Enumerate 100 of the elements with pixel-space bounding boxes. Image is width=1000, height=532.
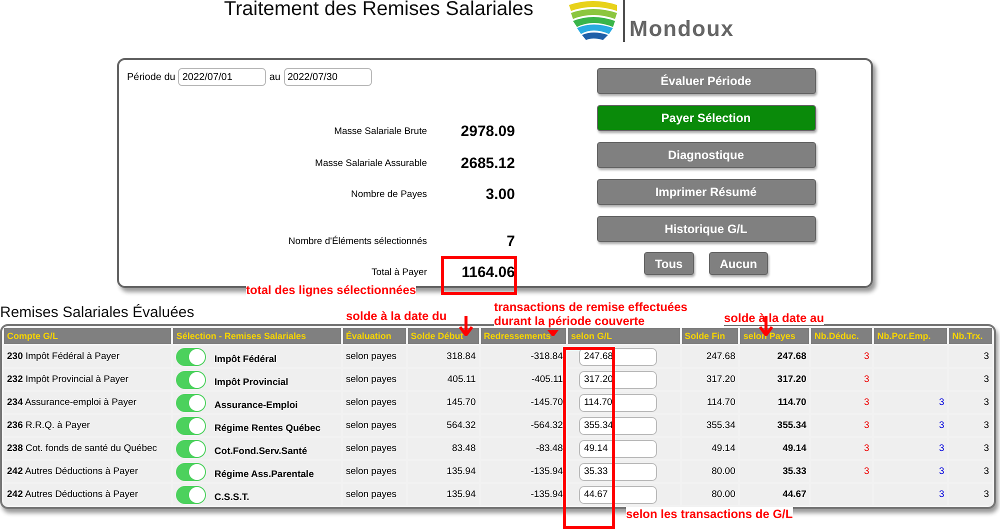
- stat-label: Nombre de Payes: [350, 189, 427, 200]
- table-cell: selon payes: [346, 351, 397, 362]
- count-link[interactable]: 3: [864, 443, 870, 454]
- table-cell: 317.20: [706, 374, 736, 385]
- remittance-label: Régime Ass.Parentale: [214, 469, 314, 480]
- stat-value: 2685.12: [460, 154, 515, 172]
- toggle-switch[interactable]: [176, 416, 206, 434]
- table-cell: -318.84: [530, 351, 563, 362]
- stat-label: Total à Payer: [370, 267, 427, 278]
- table-cell: 247.68: [777, 351, 806, 362]
- count-link[interactable]: 3: [864, 374, 870, 385]
- amount-field[interactable]: 49.14: [578, 440, 657, 458]
- table-cell: 405.11: [447, 374, 476, 385]
- table-cell: 3: [984, 466, 989, 477]
- annotation-text: solde à la date au: [724, 311, 824, 325]
- table-cell: 355.34: [777, 420, 806, 431]
- logo-icon: [567, 1, 620, 41]
- column-header: selon G/L: [568, 328, 680, 344]
- table-cell: selon payes: [346, 374, 397, 385]
- table-cell: 242 Autres Déductions à Payer: [7, 489, 138, 500]
- amount-field[interactable]: 355.34: [578, 416, 657, 434]
- amount-field[interactable]: 114.70: [578, 394, 657, 412]
- annotation-text: transactions de remise effectuées durant la période couverte: [494, 300, 724, 328]
- stat-value: 7: [506, 232, 515, 250]
- remittance-label: Cot.Fond.Serv.Santé: [214, 446, 308, 457]
- column-header: Nb.Trx.: [949, 328, 992, 344]
- remittance-label: Impôt Fédéral: [214, 354, 277, 365]
- toggle-switch[interactable]: [176, 394, 206, 412]
- count-link[interactable]: 3: [938, 443, 944, 454]
- table-cell: 3: [984, 374, 989, 385]
- action-button[interactable]: Diagnostique: [596, 142, 816, 168]
- action-button[interactable]: Historique G/L: [596, 216, 816, 242]
- table-cell: 234 Assurance-emploi à Payer: [7, 397, 136, 408]
- table-cell: 317.20: [777, 374, 806, 385]
- table-cell: 230 Impôt Fédéral à Payer: [7, 351, 120, 362]
- toggle-switch[interactable]: [176, 348, 206, 366]
- table-cell: 49.14: [712, 443, 736, 454]
- table-cell: -135.94: [530, 489, 563, 500]
- count-link[interactable]: 3: [938, 466, 944, 477]
- select-button[interactable]: Aucun: [708, 252, 768, 275]
- table-cell: 3: [984, 489, 989, 500]
- count-link[interactable]: 3: [938, 489, 944, 500]
- annotation-text: solde à la date du: [346, 309, 447, 323]
- column-header: Redressements: [480, 328, 566, 344]
- table-cell: selon payes: [346, 443, 397, 454]
- amount-field[interactable]: 317.20: [578, 370, 657, 388]
- table-cell: 232 Impôt Provincial à Payer: [7, 374, 128, 385]
- period-to-label: au: [269, 72, 280, 82]
- table-cell: 3: [984, 443, 989, 454]
- table-cell: 35.33: [782, 466, 806, 477]
- table-cell: 318.84: [446, 351, 476, 362]
- table-cell: selon payes: [346, 397, 397, 408]
- column-header: Sélection - Remises Salariales: [173, 328, 341, 344]
- toggle-switch[interactable]: [176, 486, 206, 504]
- table-cell: 247.68: [706, 351, 736, 362]
- date-from-field[interactable]: 2022/07/01: [178, 68, 266, 86]
- column-header: Nb.Déduc.: [811, 328, 872, 344]
- toggle-switch[interactable]: [176, 370, 206, 388]
- table-cell: 80.00: [712, 466, 736, 477]
- action-button[interactable]: Évaluer Période: [596, 68, 816, 94]
- column-header: Solde Fin: [682, 328, 738, 344]
- table-cell: selon payes: [346, 489, 397, 500]
- count-link[interactable]: 3: [864, 466, 870, 477]
- stat-value: 3.00: [484, 186, 515, 204]
- logo-text: Mondoux: [629, 16, 734, 42]
- count-link[interactable]: 3: [864, 351, 870, 362]
- table-cell: 145.70: [446, 397, 476, 408]
- table-cell: selon payes: [346, 466, 397, 477]
- table-cell: 44.67: [782, 489, 806, 500]
- period-from-label: Période du: [127, 72, 176, 82]
- annotation-text: selon les transactions de G/L: [626, 507, 793, 521]
- table-cell: 49.14: [782, 443, 806, 454]
- table-cell: selon payes: [346, 420, 397, 431]
- amount-field[interactable]: 35.33: [578, 462, 657, 480]
- select-button[interactable]: Tous: [644, 252, 694, 275]
- table-cell: -145.70: [530, 397, 563, 408]
- count-link[interactable]: 3: [938, 397, 944, 408]
- table-cell: 3: [984, 351, 989, 362]
- table-cell: 3: [984, 420, 989, 431]
- column-header: Nb.Por.Emp.: [874, 328, 948, 344]
- count-link[interactable]: 3: [864, 420, 870, 431]
- table-cell: 83.48: [452, 443, 476, 454]
- column-header: Solde Début: [408, 328, 479, 344]
- stat-value: 1164.06: [460, 264, 515, 282]
- action-button[interactable]: Imprimer Résumé: [596, 179, 816, 205]
- toggle-switch[interactable]: [176, 462, 206, 480]
- column-header: Évaluation: [342, 328, 406, 344]
- stat-label: Nombre d'Éléments sélectionnés: [287, 236, 427, 247]
- count-link[interactable]: 3: [864, 397, 870, 408]
- table-cell: 135.94: [446, 489, 476, 500]
- remittance-label: Régime Rentes Québec: [214, 423, 321, 434]
- toggle-switch[interactable]: [176, 440, 206, 458]
- date-to-field[interactable]: 2022/07/30: [284, 68, 372, 86]
- amount-field[interactable]: 44.67: [578, 486, 657, 504]
- table-cell: 80.00: [712, 489, 736, 500]
- action-button[interactable]: Payer Sélection: [596, 105, 816, 131]
- count-link[interactable]: 3: [938, 420, 944, 431]
- table-cell: -135.94: [530, 466, 563, 477]
- stat-label: Masse Salariale Brute: [333, 126, 427, 138]
- column-header: Compte G/L: [4, 328, 172, 344]
